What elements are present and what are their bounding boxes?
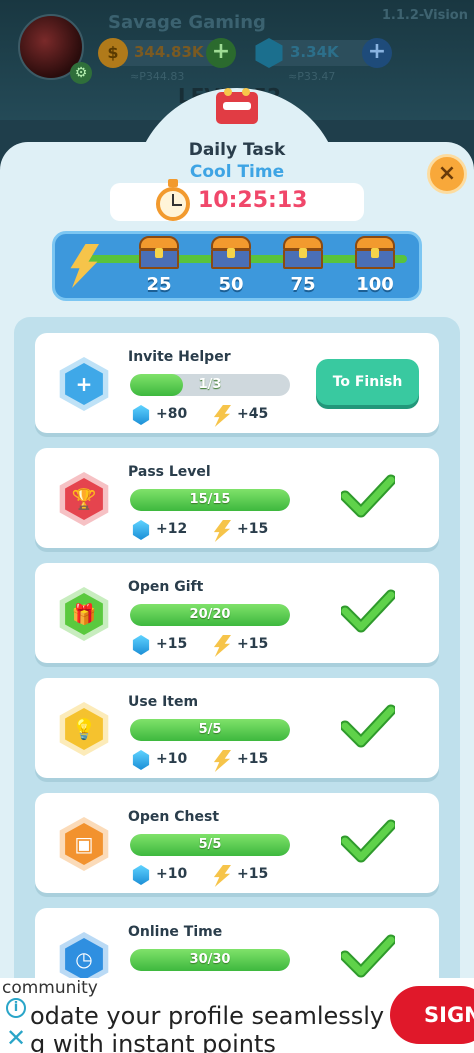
energy-bolt-icon xyxy=(213,405,231,427)
milestone-label: 100 xyxy=(356,274,394,295)
task-list[interactable]: + Invite Helper 1/3 +80 +45 To Finish 🏆 … xyxy=(14,317,460,1053)
ad-text-line-1: odate your profile seamlessly xyxy=(30,1002,385,1030)
gem-reward-value: +80 xyxy=(156,406,188,422)
person-add-icon: + xyxy=(65,363,103,405)
version-label: 1.1.2-Vision xyxy=(381,8,468,23)
gem-icon xyxy=(132,635,150,655)
ad-community-label: community xyxy=(2,978,98,998)
milestone-chest-75[interactable] xyxy=(283,236,323,270)
chest-icon: ▣ xyxy=(65,823,103,865)
cooldown-timer: 10:25:13 xyxy=(110,179,364,221)
add-gold-button[interactable]: + xyxy=(206,38,236,68)
energy-reward-value: +15 xyxy=(237,521,269,537)
task-progress-bar: 1/3 xyxy=(130,374,290,396)
task-name: Use Item xyxy=(128,694,199,710)
settings-gear-icon[interactable]: ⚙ xyxy=(70,62,92,84)
daily-task-icon xyxy=(216,88,260,126)
task-progress-text: 30/30 xyxy=(189,952,231,967)
milestone-label: 25 xyxy=(146,274,172,295)
task-card-use-item: 💡 Use Item 5/5 +10 +15 xyxy=(35,678,439,778)
task-name: Open Gift xyxy=(128,579,204,595)
task-progress-bar: 5/5 xyxy=(130,834,290,856)
gem-icon xyxy=(132,405,150,425)
energy-reward-value: +15 xyxy=(237,866,269,882)
task-progress-text: 15/15 xyxy=(189,492,231,507)
energy-bolt-icon xyxy=(213,750,231,772)
ad-signup-button[interactable]: SIGN xyxy=(390,986,474,1044)
coin-icon: $ xyxy=(98,38,128,68)
gold-resource: $ 344.83K + xyxy=(98,38,236,68)
milestone-progress-bar: 25 50 75 100 xyxy=(52,231,422,301)
task-badge: 🏆 xyxy=(59,472,109,526)
energy-bolt-icon xyxy=(213,635,231,657)
task-badge: ▣ xyxy=(59,817,109,871)
checkmark-icon xyxy=(339,819,397,863)
task-card-open-chest: ▣ Open Chest 5/5 +10 +15 xyxy=(35,793,439,893)
task-progress-text: 20/20 xyxy=(189,607,231,622)
energy-bolt-icon xyxy=(213,865,231,887)
close-button[interactable]: × xyxy=(427,154,467,194)
task-progress-bar: 30/30 xyxy=(130,949,290,971)
task-progress-bar: 5/5 xyxy=(130,719,290,741)
gem-reward-value: +12 xyxy=(156,521,188,537)
gem-icon xyxy=(255,38,283,68)
milestone-label: 75 xyxy=(290,274,316,295)
milestone-chest-100[interactable] xyxy=(355,236,395,270)
lightbulb-icon: 💡 xyxy=(65,708,103,750)
task-name: Open Chest xyxy=(128,809,220,825)
task-badge: 🎁 xyxy=(59,587,109,641)
task-name: Pass Level xyxy=(128,464,211,480)
milestone-chest-25[interactable] xyxy=(139,236,179,270)
energy-reward-value: +15 xyxy=(237,751,269,767)
energy-bolt-icon xyxy=(213,520,231,542)
gem-icon xyxy=(132,520,150,540)
info-icon[interactable]: i xyxy=(6,998,26,1018)
ad-banner[interactable]: community i ✕ odate your profile seamles… xyxy=(0,978,474,1053)
gem-reward-value: +10 xyxy=(156,866,188,882)
ad-text-line-2: g with instant points xyxy=(30,1030,276,1053)
timer-value: 10:25:13 xyxy=(198,188,308,213)
player-name: Savage Gaming xyxy=(108,12,266,33)
task-progress-text: 5/5 xyxy=(198,837,222,852)
add-gem-button[interactable]: + xyxy=(362,38,392,68)
task-progress-bar: 15/15 xyxy=(130,489,290,511)
task-progress-bar: 20/20 xyxy=(130,604,290,626)
to-finish-button[interactable]: To Finish xyxy=(316,359,419,405)
task-badge: + xyxy=(59,357,109,411)
milestone-label: 50 xyxy=(218,274,244,295)
task-name: Invite Helper xyxy=(128,349,231,365)
gold-sub-value: ≈P344.83 xyxy=(130,70,185,83)
energy-reward-value: +45 xyxy=(237,406,269,422)
close-icon: × xyxy=(437,161,457,186)
gem-value: 3.34K xyxy=(290,43,339,61)
gift-icon: 🎁 xyxy=(65,593,103,635)
task-card-pass-level: 🏆 Pass Level 15/15 +12 +15 xyxy=(35,448,439,548)
milestone-chest-50[interactable] xyxy=(211,236,251,270)
gem-resource: 3.34K + xyxy=(255,38,392,68)
task-progress-text: 5/5 xyxy=(198,722,222,737)
task-card-invite-helper: + Invite Helper 1/3 +80 +45 To Finish xyxy=(35,333,439,433)
gem-reward-value: +10 xyxy=(156,751,188,767)
dialog-subtitle: Cool Time xyxy=(189,162,285,182)
ad-close-icon[interactable]: ✕ xyxy=(6,1024,26,1052)
checkmark-icon xyxy=(339,474,397,518)
checkmark-icon xyxy=(339,934,397,978)
task-name: Online Time xyxy=(128,924,223,940)
trophy-icon: 🏆 xyxy=(65,478,103,520)
energy-reward-value: +15 xyxy=(237,636,269,652)
task-card-open-gift: 🎁 Open Gift 20/20 +15 +15 xyxy=(35,563,439,663)
gem-sub-value: ≈P33.47 xyxy=(288,70,336,83)
stopwatch-icon xyxy=(154,179,192,221)
gold-value: 344.83K xyxy=(134,43,204,61)
dialog-title: Daily Task xyxy=(188,140,286,160)
checkmark-icon xyxy=(339,589,397,633)
task-progress-text: 1/3 xyxy=(198,377,222,392)
checkmark-icon xyxy=(339,704,397,748)
clock-icon: ◷ xyxy=(65,938,103,980)
gem-reward-value: +15 xyxy=(156,636,188,652)
energy-bolt-icon xyxy=(70,244,99,288)
gem-icon xyxy=(132,750,150,770)
gem-icon xyxy=(132,865,150,885)
task-badge: 💡 xyxy=(59,702,109,756)
